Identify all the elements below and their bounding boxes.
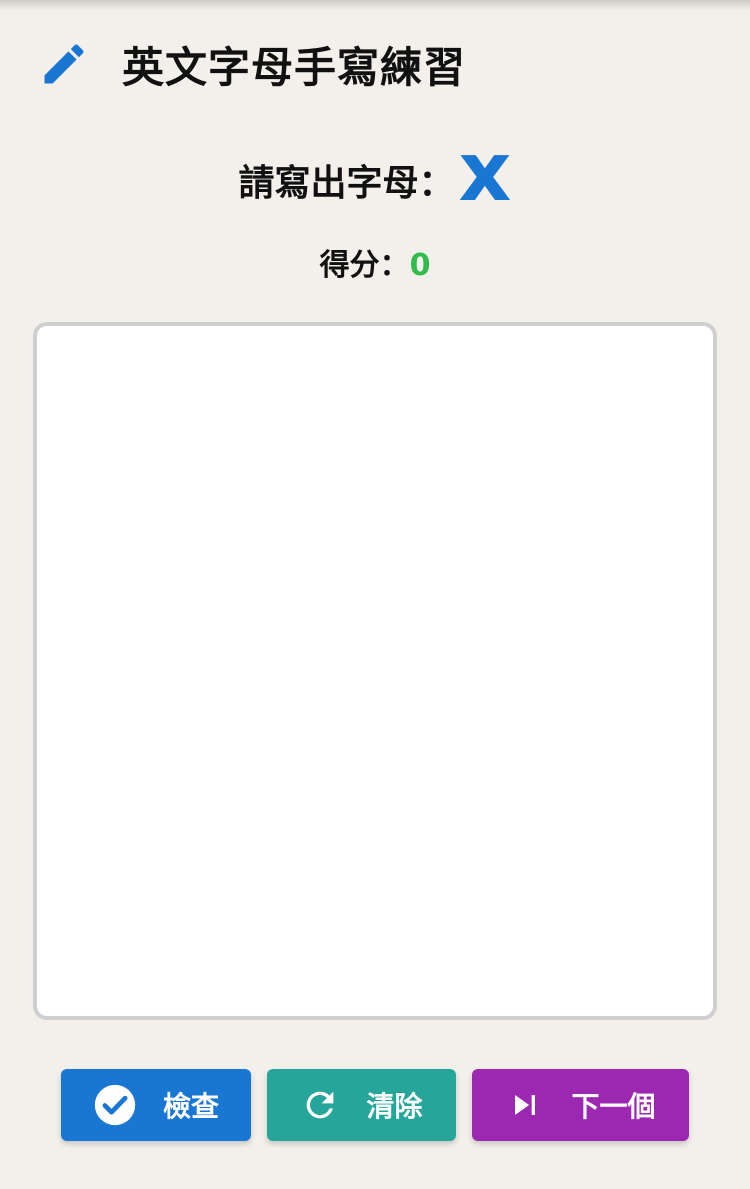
next-button[interactable]: 下一個 [472,1069,689,1141]
check-button-label: 檢查 [162,1090,219,1123]
clear-button[interactable]: 清除 [267,1069,456,1141]
check-circle-icon [93,1083,137,1127]
app-screen: 英文字母手寫練習 請寫出字母： x 得分：0 檢查 清除 下一個 [0,0,750,1189]
action-buttons: 檢查 清除 下一個 [61,1069,689,1141]
header: 英文字母手寫練習 [36,34,466,94]
prompt-label: 請寫出字母： [238,163,455,204]
score-label: 得分： [319,248,410,283]
refresh-icon [300,1085,340,1125]
letter-prompt: 請寫出字母： x [0,128,750,218]
page-title: 英文字母手寫練習 [122,42,467,92]
clear-button-label: 清除 [366,1090,423,1123]
drawing-canvas[interactable] [33,322,717,1020]
next-button-label: 下一個 [571,1090,656,1123]
check-button[interactable]: 檢查 [61,1069,251,1141]
top-shadow [0,0,750,10]
skip-next-icon [505,1085,545,1125]
score-display: 得分：0 [0,240,750,284]
score-value: 0 [409,248,431,283]
pencil-icon [36,36,92,92]
target-letter: x [458,125,512,220]
